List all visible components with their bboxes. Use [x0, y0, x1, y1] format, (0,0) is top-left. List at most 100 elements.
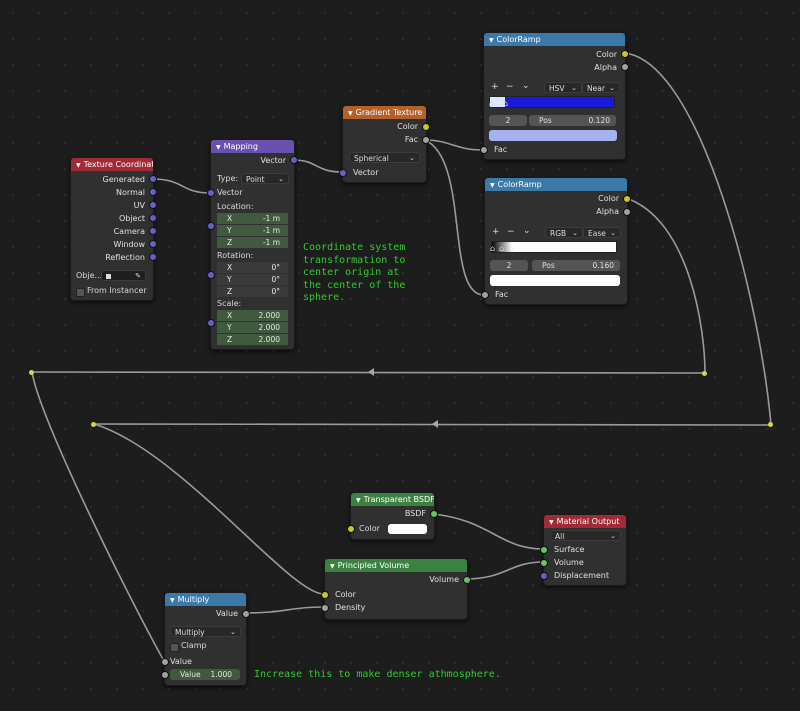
- socket-rotation-in[interactable]: [207, 271, 215, 279]
- node-header[interactable]: ▼ Principled Volume: [325, 559, 467, 572]
- socket-reflection[interactable]: [149, 253, 157, 261]
- socket-principled-color-in[interactable]: [321, 591, 329, 599]
- socket-scale-in[interactable]: [207, 319, 215, 327]
- transparent-bsdf-node[interactable]: ▼ Transparent BSDF BSDF Color: [350, 492, 435, 540]
- scale-y[interactable]: Y 2.000: [217, 322, 288, 333]
- ramp-stop-icon[interactable]: ⌂: [503, 99, 508, 108]
- stop-pos-field[interactable]: Pos 0.160: [532, 260, 620, 271]
- socket-object[interactable]: [149, 214, 157, 222]
- socket-density-in[interactable]: [321, 604, 329, 612]
- principled-volume-node[interactable]: ▼ Principled Volume Volume Color Density: [324, 558, 468, 620]
- socket-gradient-color[interactable]: [422, 123, 430, 131]
- target-dropdown[interactable]: All ⌄: [550, 530, 621, 541]
- color-mode-dropdown[interactable]: RGB ⌄: [545, 227, 583, 238]
- remove-stop-icon[interactable]: −: [506, 82, 514, 92]
- interpolation-dropdown[interactable]: Ease ⌄: [583, 227, 621, 238]
- socket-ramp2-fac-in[interactable]: [481, 291, 489, 299]
- multiply-node[interactable]: ▼ Multiply Value Multiply ⌄ Clamp Value Va…: [164, 592, 247, 686]
- socket-window[interactable]: [149, 240, 157, 248]
- node-header[interactable]: ▼ Texture Coordinate: [71, 158, 153, 171]
- gradient-type-dropdown[interactable]: Spherical ⌄: [349, 152, 420, 163]
- add-stop-icon[interactable]: +: [491, 82, 499, 92]
- collapse-icon[interactable]: ▼: [549, 519, 554, 526]
- interpolation-dropdown[interactable]: Near ⌄: [582, 82, 620, 93]
- reroute-dot[interactable]: [702, 371, 707, 376]
- stop-color-swatch[interactable]: [489, 130, 617, 141]
- operation-dropdown[interactable]: Multiply ⌄: [170, 626, 241, 637]
- location-z[interactable]: Z -1 m: [217, 237, 288, 248]
- value-field[interactable]: Value 1.000: [170, 669, 240, 680]
- collapse-icon[interactable]: ▼: [356, 497, 361, 504]
- collapse-icon[interactable]: ▼: [489, 37, 494, 44]
- rotation-y[interactable]: Y 0°: [217, 274, 288, 285]
- collapse-icon[interactable]: ▼: [170, 597, 175, 604]
- node-header[interactable]: ▼ Mapping: [211, 140, 294, 153]
- node-header[interactable]: ▼ Material Output: [544, 515, 626, 528]
- from-instancer-checkbox[interactable]: [76, 288, 85, 297]
- socket-mapping-vector-in[interactable]: [207, 189, 215, 197]
- socket-mapping-out[interactable]: [290, 156, 298, 164]
- node-header[interactable]: ▼ Transparent BSDF: [351, 493, 434, 506]
- collapse-icon[interactable]: ▼: [330, 563, 335, 570]
- scale-z[interactable]: Z 2.000: [217, 334, 288, 345]
- node-header[interactable]: ▼ ColorRamp: [484, 33, 625, 46]
- socket-ramp2-color[interactable]: [623, 195, 631, 203]
- stop-index-field[interactable]: 2: [490, 260, 528, 271]
- material-output-node[interactable]: ▼ Material Output All ⌄ Surface Volume Dis…: [543, 514, 627, 586]
- color-mode-dropdown[interactable]: HSV ⌄: [544, 82, 582, 93]
- ramp-menu-icon[interactable]: ⌄: [523, 226, 531, 236]
- remove-stop-icon[interactable]: −: [507, 227, 515, 237]
- reroute-dot[interactable]: [768, 422, 773, 427]
- socket-ramp2-alpha[interactable]: [623, 208, 631, 216]
- stop-pos-field[interactable]: Pos 0.120: [529, 115, 616, 126]
- gradient-texture-node[interactable]: ▼ Gradient Texture Color Fac Spherical ⌄ V…: [342, 105, 427, 183]
- mapping-node[interactable]: ▼ Mapping Vector Type: Point ⌄ Vector Loca…: [210, 139, 295, 350]
- clamp-checkbox[interactable]: [170, 643, 179, 652]
- socket-bsdf-out[interactable]: [430, 510, 438, 518]
- eyedropper-icon[interactable]: ✎: [135, 271, 141, 282]
- ramp-stop-icon[interactable]: ⌂: [499, 244, 504, 253]
- location-x[interactable]: X -1 m: [217, 213, 288, 224]
- reroute-dot[interactable]: [91, 422, 96, 427]
- socket-gradient-fac[interactable]: [422, 136, 430, 144]
- collapse-icon[interactable]: ▼: [490, 182, 495, 189]
- socket-volume-in[interactable]: [540, 559, 548, 567]
- stop-color-swatch[interactable]: [490, 275, 620, 286]
- rotation-z[interactable]: Z 0°: [217, 286, 288, 297]
- socket-uv[interactable]: [149, 201, 157, 209]
- rotation-x[interactable]: X 0°: [217, 262, 288, 273]
- add-stop-icon[interactable]: +: [492, 227, 500, 237]
- colorramp-node-2[interactable]: ▼ ColorRamp Color Alpha + − ⌄ RGB ⌄ Ease ⌄ …: [484, 177, 628, 305]
- bsdf-color-swatch[interactable]: [388, 524, 427, 534]
- texture-coordinate-node[interactable]: ▼ Texture Coordinate Generated Normal UV …: [70, 157, 154, 301]
- colorramp-node-1[interactable]: ▼ ColorRamp Color Alpha + − ⌄ HSV ⌄ Near ⌄ …: [483, 32, 626, 160]
- scale-x[interactable]: X 2.000: [217, 310, 288, 321]
- ramp-menu-icon[interactable]: ⌄: [522, 81, 530, 91]
- socket-multiply-value-in-2[interactable]: [161, 671, 169, 679]
- ramp-stop-icon[interactable]: ⌂: [509, 244, 514, 253]
- ramp-stop-icon[interactable]: ⌂: [489, 99, 494, 108]
- socket-displacement-in[interactable]: [540, 572, 548, 580]
- socket-multiply-out[interactable]: [242, 610, 250, 618]
- node-header[interactable]: ▼ ColorRamp: [485, 178, 627, 191]
- reroute-dot[interactable]: [29, 370, 34, 375]
- socket-gradient-vector-in[interactable]: [339, 169, 347, 177]
- type-dropdown[interactable]: Point ⌄: [241, 173, 289, 184]
- socket-multiply-value-in-1[interactable]: [161, 658, 169, 666]
- socket-normal[interactable]: [149, 188, 157, 196]
- socket-location-in[interactable]: [207, 222, 215, 230]
- socket-surface-in[interactable]: [540, 546, 548, 554]
- socket-generated[interactable]: [149, 175, 157, 183]
- node-header[interactable]: ▼ Gradient Texture: [343, 106, 426, 119]
- socket-ramp1-color[interactable]: [621, 50, 629, 58]
- node-header[interactable]: ▼ Multiply: [165, 593, 246, 606]
- socket-camera[interactable]: [149, 227, 157, 235]
- socket-bsdf-color-in[interactable]: [347, 525, 355, 533]
- socket-ramp1-fac-in[interactable]: [480, 146, 488, 154]
- stop-index-field[interactable]: 2: [489, 115, 527, 126]
- ramp-stop-icon[interactable]: ⌂: [490, 244, 495, 253]
- collapse-icon[interactable]: ▼: [76, 162, 81, 169]
- socket-ramp1-alpha[interactable]: [621, 63, 629, 71]
- object-picker[interactable]: ✎: [101, 270, 146, 281]
- location-y[interactable]: Y -1 m: [217, 225, 288, 236]
